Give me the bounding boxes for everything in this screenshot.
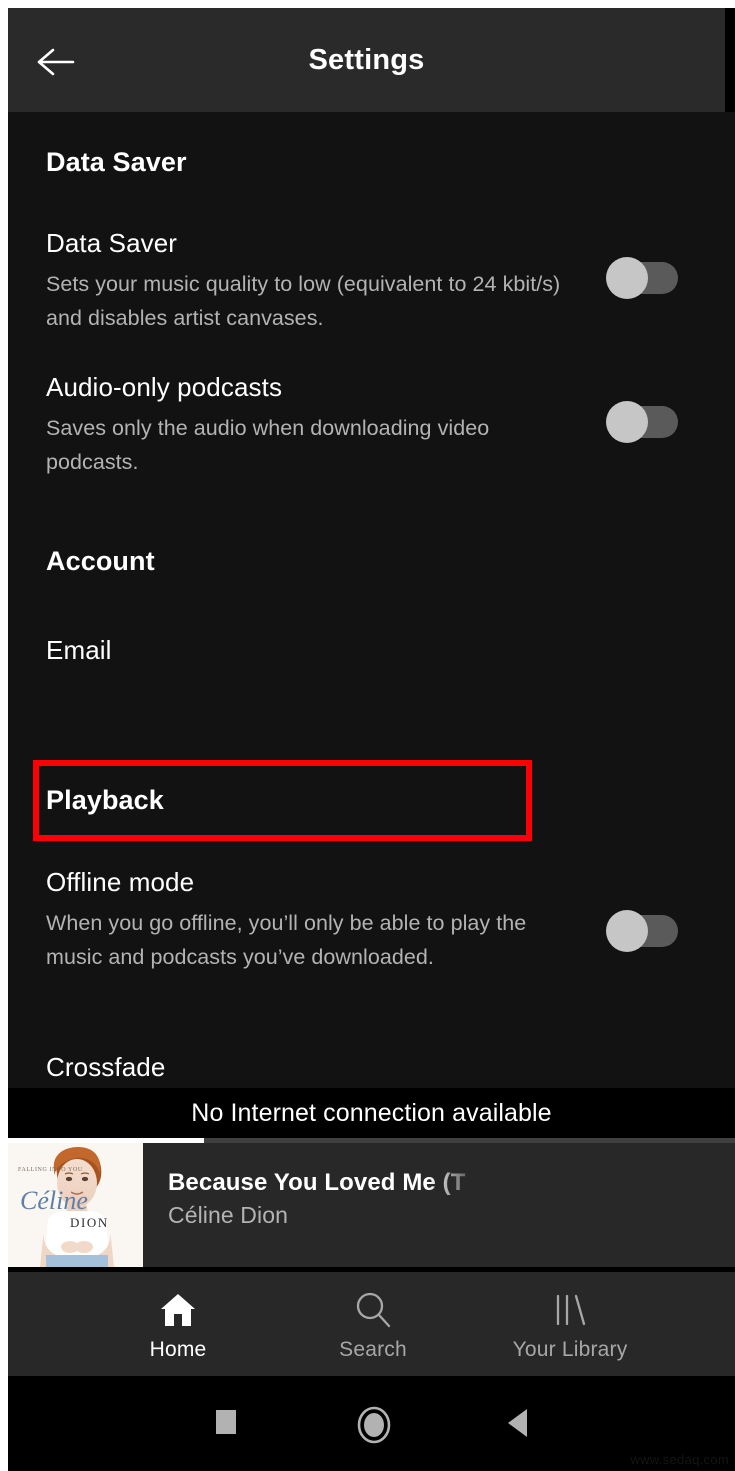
section-header-data-saver: Data Saver [46, 147, 187, 177]
setting-title: Offline mode [46, 867, 195, 897]
offline-banner: No Internet connection available [8, 1088, 735, 1138]
now-playing-text: Because You Loved Me (T Céline Dion [168, 1169, 490, 1229]
page-title: Settings [308, 44, 425, 76]
album-art[interactable]: FALLING INTO YOU Céline DION [8, 1143, 143, 1267]
toggle-knob [606, 910, 648, 952]
setting-description: When you go offline, you’ll only be able… [46, 911, 527, 969]
offline-mode-toggle[interactable] [606, 910, 678, 952]
back-button[interactable] [458, 1376, 578, 1471]
tab-home[interactable]: Home [78, 1272, 278, 1376]
home-button[interactable] [314, 1376, 434, 1471]
phone-frame: Settings Data Saver Data Saver Sets your… [0, 0, 735, 1471]
tab-label: Your Library [512, 1338, 628, 1361]
svg-text:Céline: Céline [20, 1186, 88, 1215]
toggle-knob [606, 257, 648, 299]
section-header-playback: Playback [46, 785, 164, 815]
toggle-knob [606, 401, 648, 443]
setting-description: Sets your music quality to low (equivale… [46, 272, 561, 330]
phone-screen: Settings Data Saver Data Saver Sets your… [8, 8, 735, 1471]
library-icon [470, 1290, 670, 1334]
tab-label: Home [149, 1338, 207, 1361]
recents-button[interactable] [166, 1376, 286, 1471]
settings-header: Settings [8, 8, 725, 112]
section-header-account: Account [46, 546, 155, 576]
tab-your-library[interactable]: Your Library [470, 1272, 670, 1376]
tab-label: Search [339, 1338, 407, 1361]
setting-title: Audio-only podcasts [46, 372, 283, 402]
settings-list[interactable]: Data Saver Data Saver Sets your music qu… [8, 112, 735, 1088]
data-saver-toggle[interactable] [606, 257, 678, 299]
setting-title: Data Saver [46, 228, 178, 258]
now-playing-bar[interactable]: FALLING INTO YOU Céline DION Because You… [8, 1143, 735, 1267]
android-system-navigation-bar: www.sedaq.com [8, 1376, 735, 1471]
tab-search[interactable]: Search [273, 1272, 473, 1376]
search-icon [273, 1290, 473, 1334]
setting-description: Saves only the audio when downloading vi… [46, 416, 490, 474]
svg-text:DION: DION [70, 1215, 109, 1230]
setting-row-email[interactable]: Email [46, 635, 112, 666]
track-artist: Céline Dion [168, 1202, 288, 1228]
home-icon [78, 1290, 278, 1334]
track-title: Because You Loved Me (T [168, 1169, 466, 1196]
bottom-tab-bar: Home Search Your Library [8, 1272, 735, 1376]
watermark: www.sedaq.com [630, 1452, 729, 1467]
audio-only-podcasts-toggle[interactable] [606, 401, 678, 443]
svg-text:FALLING INTO YOU: FALLING INTO YOU [18, 1167, 83, 1173]
setting-row-crossfade[interactable]: Crossfade [46, 1052, 165, 1083]
